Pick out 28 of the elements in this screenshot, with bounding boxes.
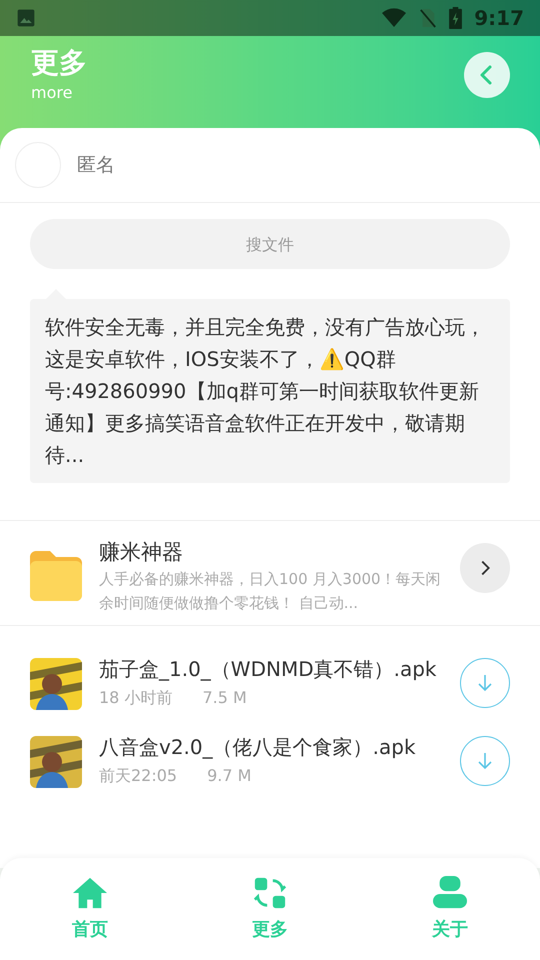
search-field[interactable]: 搜文件 bbox=[30, 219, 510, 269]
wifi-icon bbox=[381, 8, 408, 28]
swap-icon bbox=[253, 876, 287, 910]
file-row[interactable]: 八音盒v2.0_（佬八是个食家）.apk 前天22:05 9.7 M bbox=[0, 710, 540, 788]
folder-icon bbox=[30, 551, 82, 601]
page-title: 更多 bbox=[31, 45, 87, 81]
open-button[interactable] bbox=[460, 543, 510, 593]
home-icon bbox=[71, 876, 109, 910]
image-icon bbox=[16, 8, 36, 28]
status-time: 9:17 bbox=[474, 5, 524, 32]
download-button[interactable] bbox=[460, 658, 510, 708]
file-size: 9.7 M bbox=[207, 765, 252, 787]
notice-text: 软件安全无毒，并且完全免费，没有广告放心玩，这是安卓软件，IOS安装不了，⚠QQ群号:492860990【加q群可第一时间获取软件更新通知】更多搞笑语音盒软件正在开发中，敬请期待... bbox=[45, 314, 486, 469]
user-name: 匿名 bbox=[77, 152, 115, 178]
page-subtitle: more bbox=[31, 82, 74, 104]
file-name: 八音盒v2.0_（佬八是个食家）.apk bbox=[99, 734, 417, 760]
folder-title: 赚米神器 bbox=[99, 539, 184, 566]
battery-icon bbox=[449, 7, 462, 29]
file-time: 前天22:05 bbox=[99, 765, 178, 787]
download-button[interactable] bbox=[460, 736, 510, 786]
file-time: 18 小时前 bbox=[99, 687, 172, 709]
person-icon bbox=[431, 876, 469, 910]
folder-row[interactable]: 赚米神器 人手必备的赚米神器，日入100 月入3000！每天闲余时间随便做做撸个零花钱！ 自己动... bbox=[0, 521, 540, 626]
file-size: 7.5 M bbox=[202, 687, 247, 709]
file-row[interactable]: 茄子盒_1.0_（WDNMD真不错）.apk 18 小时前 7.5 M bbox=[0, 626, 540, 710]
folder-description: 人手必备的赚米神器，日入100 月入3000！每天闲余时间随便做做撸个零花钱！ 自己动... bbox=[99, 569, 442, 614]
no-sim-icon bbox=[419, 7, 438, 29]
file-name: 茄子盒_1.0_（WDNMD真不错）.apk bbox=[99, 656, 438, 682]
